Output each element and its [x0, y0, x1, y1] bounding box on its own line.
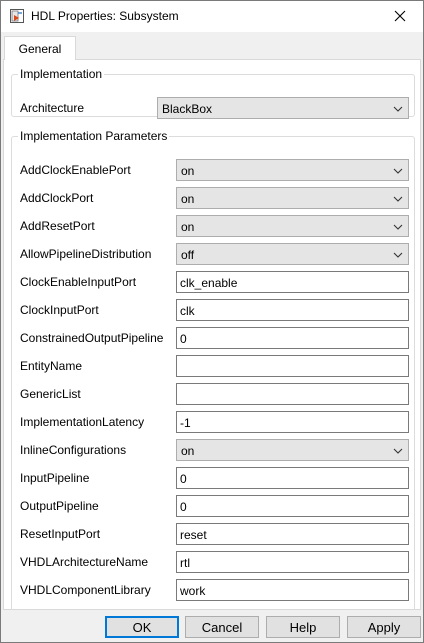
param-row-vhdlcomponent-library: VHDLComponentLibrary work — [12, 579, 416, 601]
cancel-button[interactable]: Cancel — [185, 616, 259, 638]
param-row-add-reset-port: AddResetPort on — [12, 215, 416, 237]
param-dropdown-allow-pipeline-distribution[interactable]: off — [176, 243, 409, 265]
cancel-button-label: Cancel — [201, 619, 243, 635]
chevron-down-icon — [393, 106, 403, 112]
param-value-input-pipeline: 0 — [180, 472, 187, 486]
implementation-legend: Implementation — [20, 67, 103, 81]
apply-button-label: Apply — [367, 619, 401, 635]
param-row-input-pipeline: InputPipeline 0 — [12, 467, 416, 489]
param-value-implementation-latency: -1 — [180, 416, 191, 430]
simulink-block-icon — [10, 9, 24, 23]
param-dropdown-inline-configurations[interactable]: on — [176, 439, 409, 461]
param-row-vhdlarchitecture-name: VHDLArchitectureName rtl — [12, 551, 416, 573]
param-label-allow-pipeline-distribution: AllowPipelineDistribution — [20, 247, 152, 261]
param-value-vhdlcomponent-library: work — [180, 584, 206, 598]
button-bar: OK Cancel Help Apply — [1, 610, 423, 642]
param-row-allow-pipeline-distribution: AllowPipelineDistribution off — [12, 243, 416, 265]
param-value-vhdlarchitecture-name: rtl — [180, 556, 190, 570]
param-value-add-reset-port: on — [181, 220, 195, 234]
chevron-down-icon — [393, 448, 403, 454]
param-row-inline-configurations: InlineConfigurations on — [12, 439, 416, 461]
tab-general-label: General — [18, 41, 62, 56]
hdl-properties-dialog: HDL Properties: Subsystem General Implem… — [0, 0, 424, 643]
param-label-clock-input-port: ClockInputPort — [20, 303, 99, 317]
param-label-implementation-latency: ImplementationLatency — [20, 415, 145, 429]
param-label-entity-name: EntityName — [20, 359, 83, 373]
chevron-down-icon — [393, 196, 403, 202]
chevron-down-icon — [393, 252, 403, 258]
architecture-row: Architecture BlackBox — [12, 97, 416, 119]
param-label-clock-enable-input-port: ClockEnableInputPort — [20, 275, 137, 289]
param-field-output-pipeline[interactable]: 0 — [176, 495, 409, 517]
param-value-inline-configurations: on — [181, 444, 195, 458]
param-value-add-clock-port: on — [181, 192, 195, 206]
tab-general[interactable]: General — [4, 36, 76, 60]
param-label-inline-configurations: InlineConfigurations — [20, 443, 127, 457]
param-value-reset-input-port: reset — [180, 528, 207, 542]
param-field-generic-list[interactable] — [176, 383, 409, 405]
param-row-implementation-latency: ImplementationLatency -1 — [12, 411, 416, 433]
param-value-constrained-output-pipeline: 0 — [180, 332, 187, 346]
param-value-clock-input-port: clk — [180, 304, 195, 318]
title-bar: HDL Properties: Subsystem — [1, 1, 423, 32]
param-label-output-pipeline: OutputPipeline — [20, 499, 99, 513]
apply-button[interactable]: Apply — [347, 616, 421, 638]
help-button[interactable]: Help — [266, 616, 340, 638]
param-label-vhdlcomponent-library: VHDLComponentLibrary — [20, 583, 151, 597]
param-row-generic-list: GenericList — [12, 383, 416, 405]
param-field-input-pipeline[interactable]: 0 — [176, 467, 409, 489]
architecture-value: BlackBox — [162, 102, 213, 116]
param-label-vhdlarchitecture-name: VHDLArchitectureName — [20, 555, 149, 569]
param-field-reset-input-port[interactable]: reset — [176, 523, 409, 545]
ok-button-label: OK — [132, 619, 152, 635]
architecture-label: Architecture — [20, 101, 85, 115]
param-field-implementation-latency[interactable]: -1 — [176, 411, 409, 433]
param-label-reset-input-port: ResetInputPort — [20, 527, 101, 541]
param-row-clock-enable-input-port: ClockEnableInputPort clk_enable — [12, 271, 416, 293]
implementation-parameters-group: Implementation Parameters AddClockEnable… — [11, 129, 415, 627]
param-value-allow-pipeline-distribution: off — [181, 248, 195, 262]
architecture-dropdown[interactable]: BlackBox — [157, 97, 409, 119]
param-field-constrained-output-pipeline[interactable]: 0 — [176, 327, 409, 349]
chevron-down-icon — [393, 224, 403, 230]
implementation-parameters-legend: Implementation Parameters — [20, 129, 168, 143]
param-dropdown-add-reset-port[interactable]: on — [176, 215, 409, 237]
implementation-group: Implementation Architecture BlackBox — [11, 67, 416, 119]
param-field-vhdlcomponent-library[interactable]: work — [176, 579, 409, 601]
param-row-clock-input-port: ClockInputPort clk — [12, 299, 416, 321]
param-field-entity-name[interactable] — [176, 355, 409, 377]
param-field-clock-enable-input-port[interactable]: clk_enable — [176, 271, 409, 293]
param-dropdown-add-clock-port[interactable]: on — [176, 187, 409, 209]
param-label-add-reset-port: AddResetPort — [20, 219, 95, 233]
param-value-clock-enable-input-port: clk_enable — [180, 276, 238, 290]
param-row-entity-name: EntityName — [12, 355, 416, 377]
param-row-add-clock-enable-port: AddClockEnablePort on — [12, 159, 416, 181]
param-label-generic-list: GenericList — [20, 387, 81, 401]
param-label-add-clock-port: AddClockPort — [20, 191, 94, 205]
param-field-clock-input-port[interactable]: clk — [176, 299, 409, 321]
param-label-constrained-output-pipeline: ConstrainedOutputPipeline — [20, 331, 164, 345]
general-tab-panel: Implementation Architecture BlackBox Imp… — [3, 59, 421, 627]
dialog-content: General Implementation Architecture Blac… — [1, 32, 423, 627]
help-button-label: Help — [289, 619, 317, 635]
param-row-reset-input-port: ResetInputPort reset — [12, 523, 416, 545]
param-row-add-clock-port: AddClockPort on — [12, 187, 416, 209]
param-label-input-pipeline: InputPipeline — [20, 471, 90, 485]
param-row-constrained-output-pipeline: ConstrainedOutputPipeline 0 — [12, 327, 416, 349]
param-label-add-clock-enable-port: AddClockEnablePort — [20, 163, 131, 177]
param-value-output-pipeline: 0 — [180, 500, 187, 514]
window-title: HDL Properties: Subsystem — [31, 9, 179, 23]
chevron-down-icon — [393, 168, 403, 174]
param-row-output-pipeline: OutputPipeline 0 — [12, 495, 416, 517]
ok-button[interactable]: OK — [105, 616, 179, 638]
param-value-add-clock-enable-port: on — [181, 164, 195, 178]
close-icon — [394, 10, 406, 22]
param-field-vhdlarchitecture-name[interactable]: rtl — [176, 551, 409, 573]
close-button[interactable] — [377, 1, 423, 31]
param-dropdown-add-clock-enable-port[interactable]: on — [176, 159, 409, 181]
